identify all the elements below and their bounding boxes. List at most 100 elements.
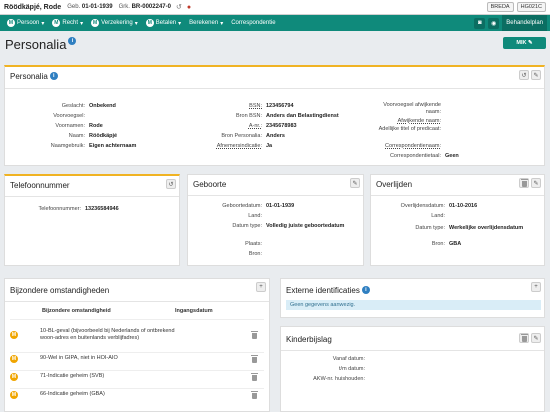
edit-icon[interactable]: ✎: [531, 333, 541, 343]
trash-icon: [251, 330, 258, 339]
field-geboortedatum: Geboortedatum: 01-01-1939: [222, 203, 295, 209]
trash-icon: [251, 372, 258, 381]
caret-down-icon: ▾: [134, 20, 138, 27]
eye-icon[interactable]: ◉: [488, 17, 500, 29]
table-row[interactable]: M 71-Indicatie geheim (SVB): [10, 370, 264, 382]
info-icon[interactable]: i: [49, 72, 58, 80]
edit-icon[interactable]: ✎: [350, 178, 360, 188]
geboorte-panel: Geboorte ✎ Geboortedatum: 01-01-1939 Land…: [187, 174, 364, 266]
m-badge-icon: M: [10, 390, 18, 399]
divider: [5, 301, 269, 302]
m-badge-icon: M: [7, 19, 15, 27]
row-text: 10-BL-geval (bijvoorbeeld bij Nederlands…: [40, 328, 175, 341]
field-anr: A-nr.: 2345678983: [248, 123, 297, 129]
caret-down-icon: ▾: [178, 20, 182, 27]
field-afnemersindicatie: Afnemersindicatie: Ja: [216, 143, 273, 149]
nav-betalen[interactable]: M Betalen ▾: [142, 15, 185, 31]
field-geslacht: Geslacht: Onbekend: [61, 103, 116, 109]
row-text: 71-Indicatie geheim (SVB): [40, 373, 105, 380]
history-icon[interactable]: ↺: [176, 3, 182, 11]
divider: [371, 195, 544, 196]
field-datum-type: Datum type: Werkelijke overlijdensdatum: [415, 225, 524, 231]
dob-info: Geb. 01-01-1939: [67, 4, 113, 10]
add-icon[interactable]: +: [531, 282, 541, 292]
m-badge-icon: M: [10, 354, 18, 363]
field-bron-personalia: Bron Personalia: Anders: [221, 133, 285, 139]
row-text: 90-Wel in GIPA, niet in HOI-AIO: [40, 355, 118, 362]
divider: [5, 196, 179, 197]
info-icon[interactable]: i: [68, 37, 77, 45]
trash-icon: [251, 390, 258, 399]
divider: [281, 350, 544, 351]
column-header-omstandigheid[interactable]: Bijzondere omstandigheid: [42, 308, 111, 314]
bijzondere-panel: Bijzondere omstandigheden + Bijzondere o…: [4, 278, 270, 412]
patient-header: Röödkäpjé, Rode Geb. 01-01-1939 Grk. BR-…: [0, 0, 550, 15]
history-icon[interactable]: ↺: [519, 70, 529, 80]
field-telefoonnummer: Telefoonnummer: 13236584946: [38, 206, 119, 212]
delete-icon[interactable]: [519, 178, 529, 188]
overlijden-panel: Overlijden ✎ Overlijdensdatum: 01-10-2016…: [370, 174, 545, 266]
m-badge-icon: M: [10, 372, 18, 381]
lock-icon: ●: [186, 3, 192, 11]
behandelplan-button[interactable]: Behandelplan: [502, 15, 547, 31]
table-row[interactable]: M 66-Indicatie geheim (GBA): [10, 388, 264, 400]
nav-correspondentie[interactable]: Correspondentie: [227, 15, 279, 31]
field-naamgebruik: Naamgebruik: Eigen achternaam: [50, 143, 137, 149]
main-nav: M Persoon ▾ M Recht ▾ M Verzekering ▾ M Betalen…: [0, 15, 550, 31]
externe-panel: Externe identificaties i + Geen gegevens …: [280, 278, 545, 318]
caret-down-icon: ▾: [41, 20, 45, 27]
field-vanaf-datum: Vanaf datum:: [332, 356, 365, 362]
personalia-panel: Personalia i ↺ ✎ Geslacht: Onbekend Voorvo…: [4, 65, 545, 166]
geboorte-title: Geboorte: [193, 180, 227, 189]
row-text: 66-Indicatie geheim (GBA): [40, 391, 105, 398]
trash-icon: [520, 179, 528, 187]
kinderbijslag-panel: Kinderbijslag ✎ Vanaf datum: t/m datum: …: [280, 326, 545, 412]
edit-icon[interactable]: ✎: [531, 70, 541, 80]
field-voornamen: Voornamen: Rode: [55, 123, 103, 129]
table-row[interactable]: M 90-Wel in GIPA, niet in HOI-AIO: [10, 352, 264, 364]
caret-down-icon: ▾: [220, 20, 224, 27]
grk-info: Grk. BR-0002247-0: [118, 4, 171, 10]
history-icon[interactable]: ↺: [166, 179, 176, 189]
delete-button[interactable]: [251, 354, 258, 363]
field-bsn: BSN: 123456794: [249, 103, 294, 109]
trash-icon: [251, 354, 258, 363]
field-correspondentietaal: Correspondentietaal: Geen: [389, 153, 459, 159]
nav-berekenen[interactable]: Berekenen ▾: [185, 15, 227, 31]
caret-down-icon: ▾: [80, 20, 84, 27]
column-header-ingangsdatum[interactable]: Ingangsdatum: [175, 308, 213, 314]
field-bron: Bron:: [248, 251, 262, 257]
field-tm-datum: t/m datum:: [339, 366, 365, 372]
delete-button[interactable]: [251, 372, 258, 381]
location-breda[interactable]: BREDA: [486, 2, 514, 12]
field-plaats: Plaats:: [245, 241, 262, 247]
add-icon[interactable]: +: [256, 282, 266, 292]
delete-button[interactable]: [251, 330, 258, 339]
info-icon[interactable]: i: [361, 286, 370, 294]
delete-icon[interactable]: [519, 333, 529, 343]
nav-verzekering[interactable]: M Verzekering ▾: [87, 15, 142, 31]
trash-icon: [520, 334, 528, 342]
mik-button[interactable]: MIK ✎: [503, 37, 546, 49]
delete-button[interactable]: [251, 390, 258, 399]
m-badge-icon: M: [91, 19, 100, 27]
nav-recht[interactable]: M Recht ▾: [48, 15, 87, 31]
divider: [5, 88, 544, 89]
camera-icon[interactable]: ◙: [474, 17, 486, 29]
empty-message: Geen gegevens aanwezig.: [286, 300, 541, 310]
field-datum-type: Datum type: Volledig juiste geboortedatum: [232, 223, 345, 229]
field-voorvoegsel: Voorvoegsel:: [53, 113, 85, 119]
telefoon-panel: Telefoonnummer ↺ Telefoonnummer: 13236584…: [4, 174, 180, 266]
edit-icon[interactable]: ✎: [531, 178, 541, 188]
location-hg021c[interactable]: HG021C: [516, 2, 546, 12]
page-title: Personalia i: [5, 37, 77, 52]
field-adellijke-titel: Adellijke titel of predicaat:: [378, 126, 441, 132]
patient-name: Röödkäpjé, Rode: [4, 3, 62, 11]
table-row[interactable]: M 10-BL-geval (bijvoorbeeld bij Nederlan…: [10, 319, 264, 349]
externe-title: Externe identificaties i: [286, 286, 370, 295]
field-afwijkende-naam: Afwijkende naam:: [397, 118, 441, 124]
field-naam: Naam: Röödkäpjé: [68, 133, 118, 139]
field-bron-bsn: Bron BSN: Anders dan Belastingdienst: [236, 113, 339, 119]
kinderbijslag-title: Kinderbijslag: [286, 335, 332, 344]
nav-persoon[interactable]: M Persoon ▾: [3, 15, 48, 31]
